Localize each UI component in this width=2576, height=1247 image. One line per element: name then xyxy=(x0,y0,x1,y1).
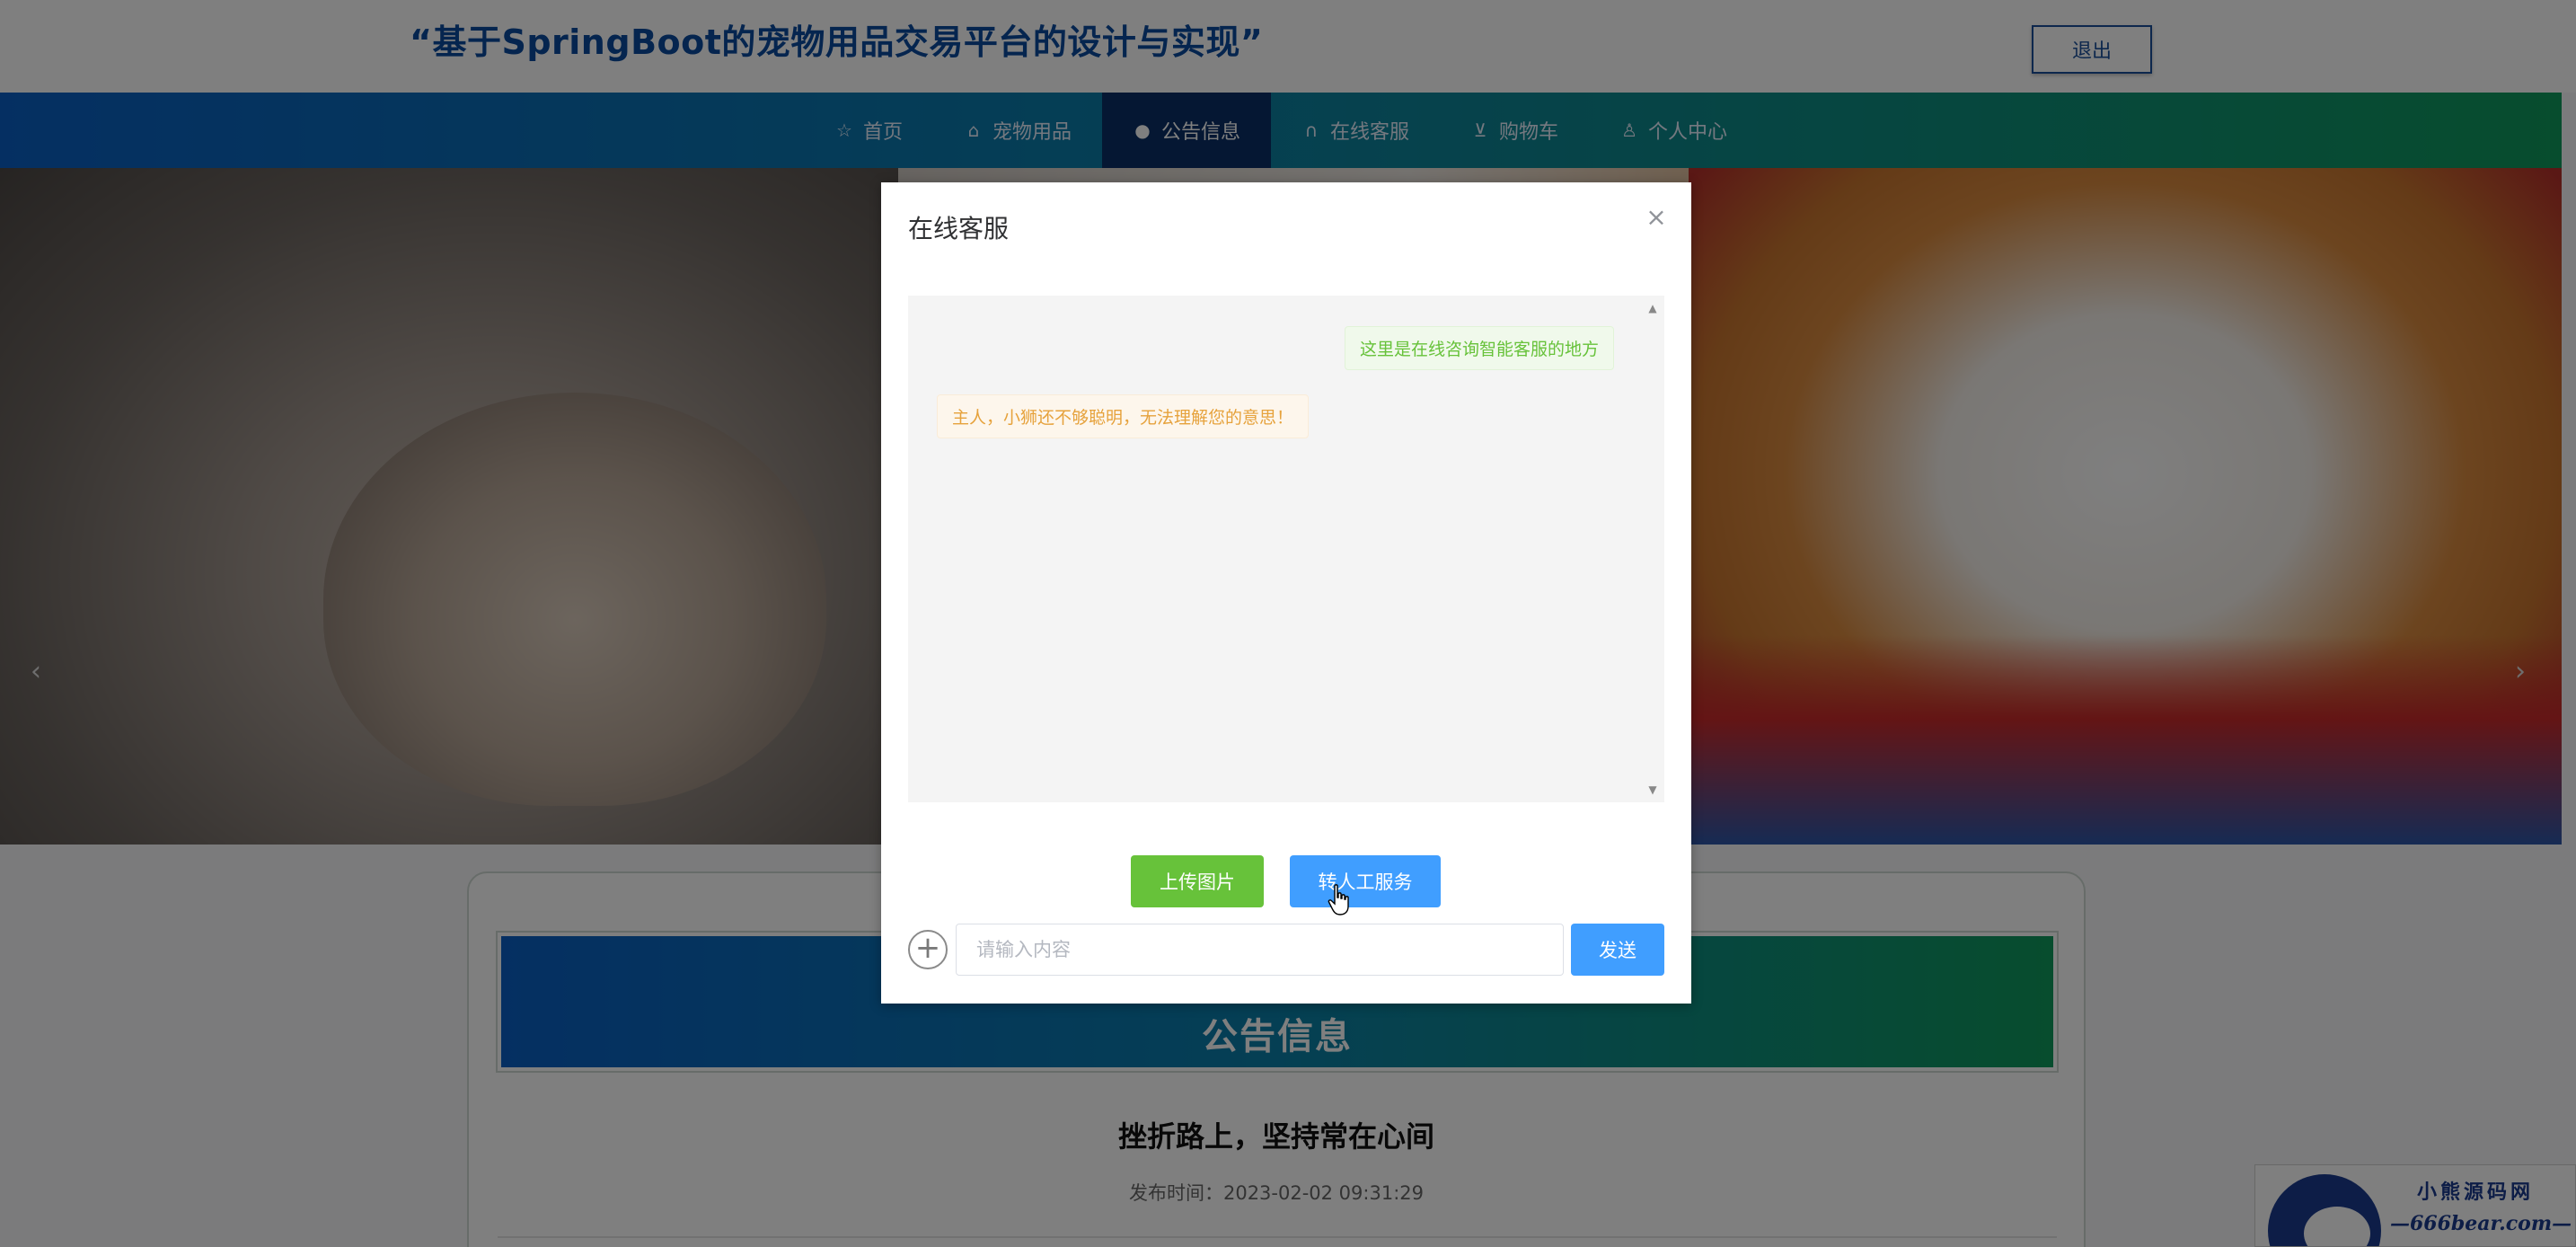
online-service-dialog: 在线客服 × 这里是在线咨询智能客服的地方 主人，小狮还不够聪明，无法理解您的意… xyxy=(881,182,1691,1004)
scroll-down-icon[interactable]: ▼ xyxy=(1641,781,1664,799)
dialog-title: 在线客服 xyxy=(908,214,1010,243)
scroll-up-icon[interactable]: ▲ xyxy=(1641,299,1664,317)
plus-circle-icon[interactable]: + xyxy=(908,930,948,969)
close-icon[interactable]: × xyxy=(1643,204,1670,231)
transfer-to-agent-button[interactable]: 转人工服务 xyxy=(1290,855,1441,907)
chat-history[interactable]: 这里是在线咨询智能客服的地方 主人，小狮还不够聪明，无法理解您的意思！ ▲ ▼ xyxy=(908,296,1664,802)
send-button[interactable]: 发送 xyxy=(1571,924,1664,976)
chat-input[interactable] xyxy=(956,924,1564,976)
chat-message-user: 这里是在线咨询智能客服的地方 xyxy=(1344,326,1614,370)
chat-scrollbar[interactable]: ▲ ▼ xyxy=(1641,296,1664,802)
chat-message-bot: 主人，小狮还不够聪明，无法理解您的意思！ xyxy=(937,394,1310,438)
upload-image-button[interactable]: 上传图片 xyxy=(1131,855,1264,907)
